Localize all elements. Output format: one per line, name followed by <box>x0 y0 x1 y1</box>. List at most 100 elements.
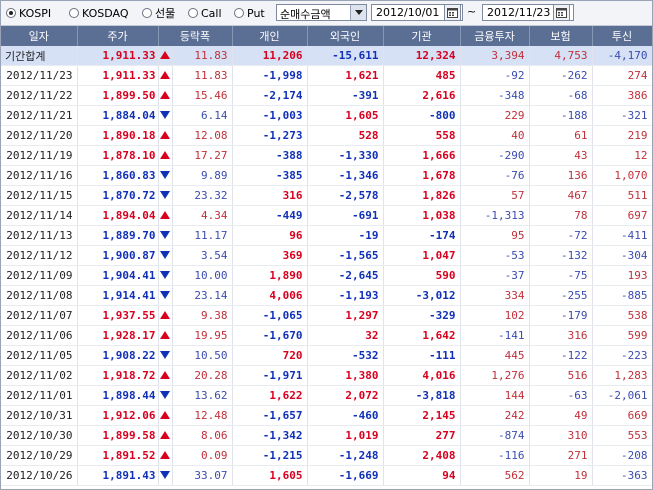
fin-inv-cell: -92 <box>460 65 530 86</box>
individual-cell: -388 <box>232 145 308 166</box>
radio-label: KOSDAQ <box>82 6 129 20</box>
table-row[interactable]: 2012/10/29 1,891.52 0.09 -1,215 -1,248 2,408-… <box>1 445 652 466</box>
price-cell: 1,889.70 <box>77 225 159 246</box>
change-cell: 13.62 <box>172 385 233 406</box>
up-triangle-icon <box>158 445 173 466</box>
individual-cell: 1,605 <box>232 465 308 486</box>
date-cell: 2012/11/15 <box>1 185 78 206</box>
date-cell: 2012/11/14 <box>1 205 78 226</box>
table-row[interactable]: 2012/11/22 1,899.50 15.46 -2,174 -391 2,616 -3… <box>1 85 652 106</box>
trust-cell: -363 <box>592 465 652 486</box>
column-header[interactable]: 개인 <box>232 26 308 46</box>
metric-select[interactable]: 순매수금액 <box>276 4 367 21</box>
column-header[interactable]: 일자 <box>1 26 78 46</box>
price-cell: 1,884.04 <box>77 105 159 126</box>
down-triangle-icon <box>158 465 173 486</box>
table-row[interactable]: 2012/11/15 1,870.72 23.32 316 -2,578 1,826 57 4… <box>1 185 652 206</box>
price-cell: 1,899.50 <box>77 85 159 106</box>
price-cell: 1,900.87 <box>77 245 159 266</box>
table-row[interactable]: 2012/11/08 1,914.41 23.14 4,006 -1,193 -3,012… <box>1 285 652 306</box>
column-header[interactable]: 외국인 <box>307 26 384 46</box>
institution-cell: 485 <box>383 65 461 86</box>
institution-cell: 1,678 <box>383 165 461 186</box>
change-cell: 19.95 <box>172 325 233 346</box>
change-cell: 10.50 <box>172 345 233 366</box>
column-header[interactable]: 주가 <box>77 26 159 46</box>
foreign-cell: -1,669 <box>307 465 384 486</box>
dropdown-arrow-icon[interactable] <box>350 5 366 20</box>
column-header[interactable]: 금융투자 <box>460 26 530 46</box>
calendar-icon[interactable] <box>553 4 570 21</box>
table-row[interactable]: 2012/11/16 1,860.83 9.89 -385 -1,346 1,678 -76… <box>1 165 652 186</box>
table-row[interactable]: 2012/10/31 1,912.06 12.48 -1,657 -460 2,145 24… <box>1 405 652 426</box>
up-triangle-icon <box>158 46 173 66</box>
table-row[interactable]: 2012/11/14 1,894.04 4.34 -449 -691 1,038 -1,31… <box>1 205 652 226</box>
date-cell: 2012/11/21 <box>1 105 78 126</box>
institution-cell: 2,408 <box>383 445 461 466</box>
foreign-cell: -19 <box>307 225 384 246</box>
change-cell: 3.54 <box>172 245 233 266</box>
radio-futures[interactable]: 선물 <box>142 5 175 21</box>
toolbar: KOSPI KOSDAQ 선물 Call Put 순매수금액 2012/10/0… <box>1 1 652 26</box>
foreign-cell: 1,621 <box>307 65 384 86</box>
insurance-cell: 78 <box>529 205 593 226</box>
trust-cell: -885 <box>592 285 652 306</box>
table-row[interactable]: 2012/11/07 1,937.55 9.38 -1,065 1,297 -329 102… <box>1 305 652 326</box>
radio-call[interactable]: Call <box>188 5 222 21</box>
individual-cell: 96 <box>232 225 308 246</box>
down-triangle-icon <box>158 245 173 266</box>
individual-cell: -1,971 <box>232 365 308 386</box>
down-triangle-icon <box>158 345 173 366</box>
insurance-cell: 467 <box>529 185 593 206</box>
table-row[interactable]: 2012/11/21 1,884.04 6.14 -1,003 1,605 -800 229… <box>1 105 652 126</box>
institution-cell: 2,145 <box>383 405 461 426</box>
column-header[interactable]: 보험 <box>529 26 593 46</box>
change-cell: 11.83 <box>172 65 233 86</box>
institution-cell: 4,016 <box>383 365 461 386</box>
individual-cell: -1,003 <box>232 105 308 126</box>
change-cell: 9.89 <box>172 165 233 186</box>
institution-cell: 2,616 <box>383 85 461 106</box>
change-cell: 9.38 <box>172 305 233 326</box>
table-row[interactable]: 2012/11/23 1,911.33 11.83 -1,998 1,621 485 -92… <box>1 65 652 86</box>
institution-cell: 1,642 <box>383 325 461 346</box>
table-row[interactable]: 2012/11/12 1,900.87 3.54 369 -1,565 1,047 -53-… <box>1 245 652 266</box>
table-row[interactable]: 2012/11/02 1,918.72 20.28 -1,971 1,380 4,016 1… <box>1 365 652 386</box>
institution-cell: 94 <box>383 465 461 486</box>
radio-put[interactable]: Put <box>234 5 265 21</box>
insurance-cell: -63 <box>529 385 593 406</box>
price-cell: 1,898.44 <box>77 385 159 406</box>
column-header[interactable]: 등락폭 <box>158 26 233 46</box>
trust-cell: -208 <box>592 445 652 466</box>
table-row[interactable]: 2012/11/01 1,898.44 13.62 1,622 2,072 -3,818 1… <box>1 385 652 406</box>
table-row[interactable]: 2012/11/19 1,878.10 17.27 -388 -1,330 1,666 -2… <box>1 145 652 166</box>
table-row[interactable]: 2012/10/26 1,891.43 33.07 1,605 -1,669 94 562 1… <box>1 465 652 486</box>
individual-cell: 1,890 <box>232 265 308 286</box>
table-row[interactable]: 2012/11/05 1,908.22 10.50 720 -532 -111 445 -12… <box>1 345 652 366</box>
date-cell: 2012/11/01 <box>1 385 78 406</box>
trust-cell: 386 <box>592 85 652 106</box>
date-cell: 2012/11/05 <box>1 345 78 366</box>
down-triangle-icon <box>158 105 173 126</box>
column-header[interactable]: 기관 <box>383 26 461 46</box>
total-row[interactable]: 기간합계 1,911.33 11.83 11,206 -15,611 12,324 3,39… <box>1 46 652 66</box>
table-row[interactable]: 2012/11/13 1,889.70 11.17 96 -19 -174 95 -72 -41… <box>1 225 652 246</box>
table-row[interactable]: 2012/11/06 1,928.17 19.95 -1,670 32 1,642 -141… <box>1 325 652 346</box>
radio-kosdaq[interactable]: KOSDAQ <box>69 5 129 21</box>
metric-select-value: 순매수금액 <box>280 8 331 21</box>
change-cell: 10.00 <box>172 265 233 286</box>
calendar-icon[interactable] <box>444 4 461 21</box>
fin-inv-cell: 242 <box>460 405 530 426</box>
fin-inv-cell: 334 <box>460 285 530 306</box>
fin-inv-cell: -37 <box>460 265 530 286</box>
table-row[interactable]: 2012/11/20 1,890.18 12.08 -1,273 528 558 40 61 2… <box>1 125 652 146</box>
column-header[interactable]: 투신 <box>592 26 652 46</box>
date-cell: 2012/11/07 <box>1 305 78 326</box>
table-row[interactable]: 2012/10/30 1,899.58 8.06 -1,342 1,019 277 -874… <box>1 425 652 446</box>
table-header-row: 일자 주가 등락폭 개인 외국인 기관 금융투자 보험 투신 <box>1 26 652 46</box>
date-cell: 2012/10/30 <box>1 425 78 446</box>
change-cell: 23.14 <box>172 285 233 306</box>
radio-kospi[interactable]: KOSPI <box>6 5 51 21</box>
table-row[interactable]: 2012/11/09 1,904.41 10.00 1,890 -2,645 590 -37… <box>1 265 652 286</box>
price-cell: 1,894.04 <box>77 205 159 226</box>
